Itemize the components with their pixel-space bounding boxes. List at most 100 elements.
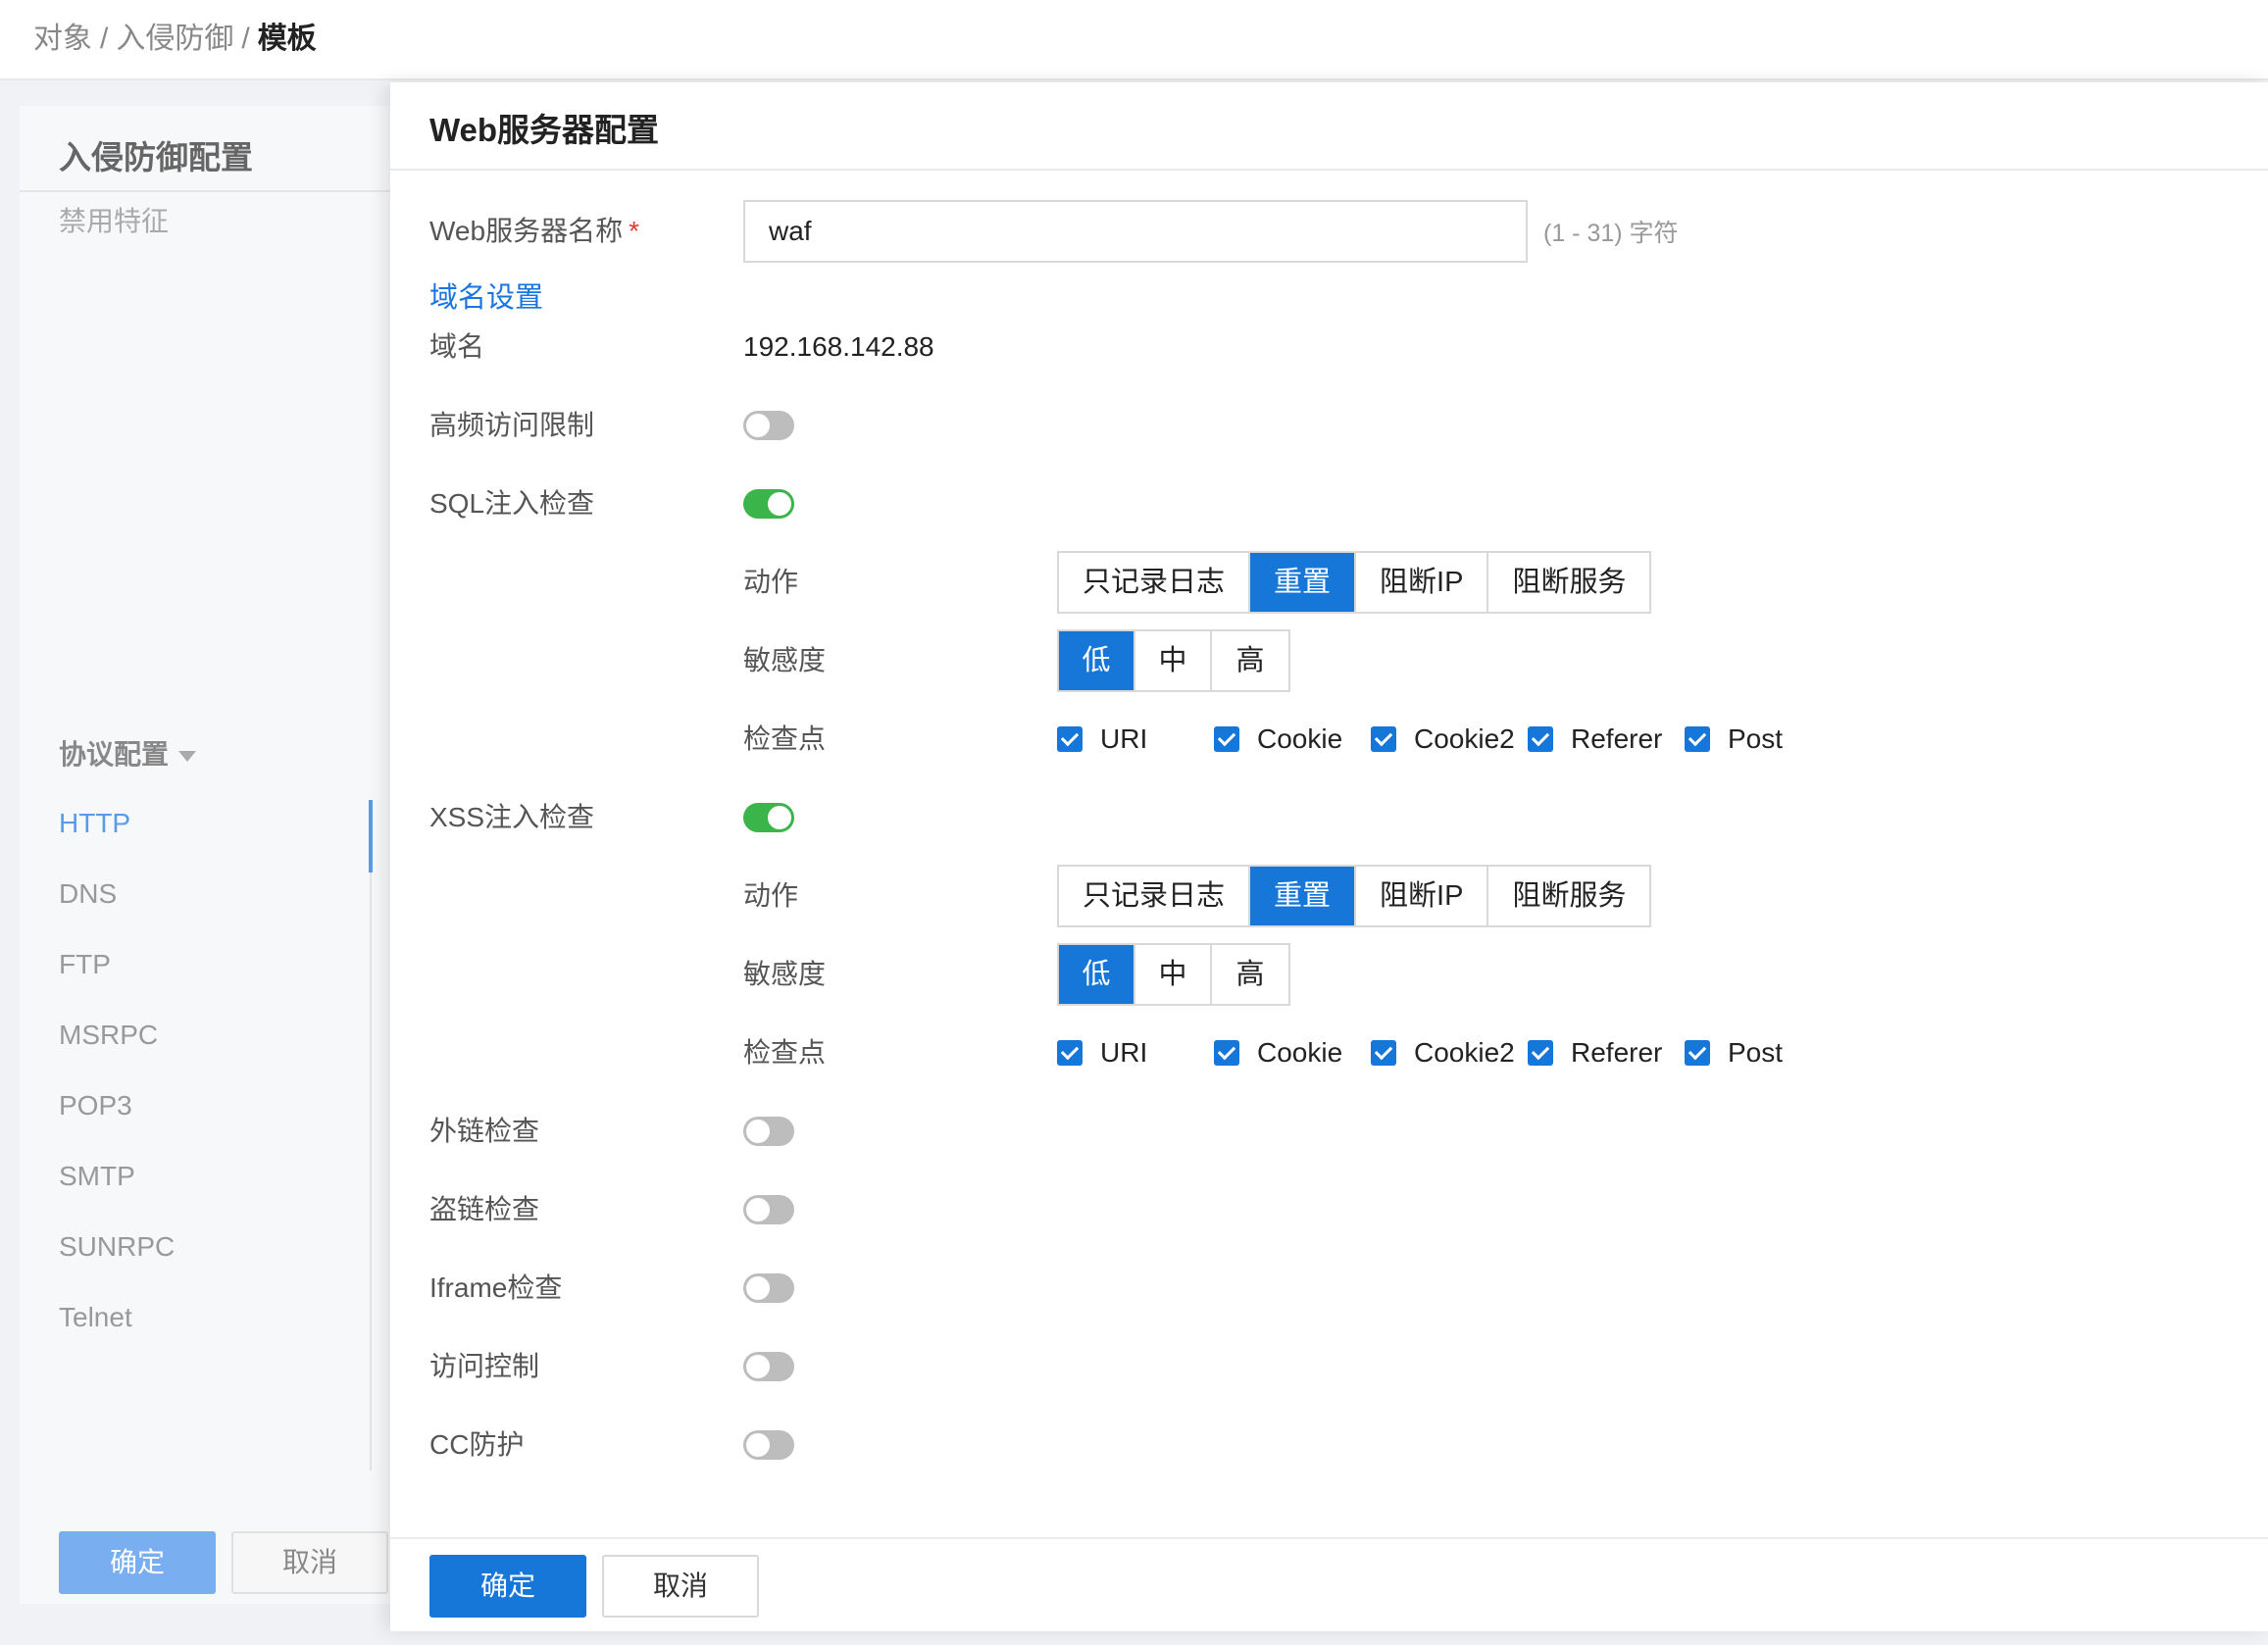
checkbox-checked-icon xyxy=(1057,1039,1083,1066)
high-freq-limit-toggle[interactable] xyxy=(743,411,794,440)
checkbox-checked-icon xyxy=(1685,1039,1710,1066)
checkpoint-label: Referer xyxy=(1571,1037,1663,1068)
checkbox-checked-icon xyxy=(1685,725,1710,752)
xss-checkpoint-cookie[interactable]: Cookie xyxy=(1214,1033,1342,1072)
xss-action-block-ip[interactable]: 阻断IP xyxy=(1356,867,1489,925)
checkbox-checked-icon xyxy=(1371,725,1396,752)
protocol-config-toggle[interactable]: 协议配置 xyxy=(59,733,197,773)
protocol-item-dns[interactable]: DNS xyxy=(59,874,392,945)
breadcrumb-current: 模板 xyxy=(257,23,317,55)
toggle-knob xyxy=(746,1355,770,1378)
sql-checkpoint-post[interactable]: Post xyxy=(1685,720,1783,759)
sql-checkpoints-label: 检查点 xyxy=(743,723,827,754)
web-server-config-dialog: Web服务器配置 Web服务器名称* (1 - 31) 字符 域名设置 域名 1… xyxy=(390,82,2268,1631)
xss-sensitivity-high[interactable]: 高 xyxy=(1212,945,1288,1004)
external-link-check-toggle[interactable] xyxy=(743,1117,794,1146)
protocol-item-http[interactable]: HTTP xyxy=(59,804,392,874)
xss-checkpoint-cookie2[interactable]: Cookie2 xyxy=(1371,1033,1515,1072)
breadcrumb-item-objects[interactable]: 对象 xyxy=(33,23,92,55)
hotlink-check-toggle[interactable] xyxy=(743,1195,794,1224)
protocol-item-smtp[interactable]: SMTP xyxy=(59,1157,392,1227)
breadcrumb-item-ips[interactable]: 入侵防御 xyxy=(116,23,233,55)
high-freq-limit-label: 高频访问限制 xyxy=(429,410,595,440)
top-bar: 对象 / 入侵防御 / 模板 xyxy=(0,0,2268,80)
panel-title: 入侵防御配置 xyxy=(59,139,253,175)
cancel-button[interactable]: 取消 xyxy=(602,1555,759,1618)
checkpoint-label: Cookie xyxy=(1257,1037,1343,1068)
xss-checkpoint-post[interactable]: Post xyxy=(1685,1033,1783,1072)
sql-sensitivity-low[interactable]: 低 xyxy=(1059,631,1135,690)
sql-check-label: SQL注入检查 xyxy=(429,488,595,519)
sql-checkpoint-referer[interactable]: Referer xyxy=(1528,720,1662,759)
checkpoint-label: URI xyxy=(1100,1037,1148,1068)
server-name-label-text: Web服务器名称 xyxy=(429,216,624,246)
sql-action-block-ip[interactable]: 阻断IP xyxy=(1356,553,1489,612)
xss-checkpoint-uri[interactable]: URI xyxy=(1057,1033,1147,1072)
sql-checkpoint-cookie2[interactable]: Cookie2 xyxy=(1371,720,1515,759)
checkpoint-label: Cookie xyxy=(1257,723,1343,754)
breadcrumb-separator: / xyxy=(241,23,250,55)
ips-config-panel: 入侵防御配置 禁用特征 协议配置 HTTP DNS FTP MSRPC POP3… xyxy=(20,106,392,1604)
protocol-item-telnet[interactable]: Telnet xyxy=(59,1298,392,1369)
checkpoint-label: Cookie2 xyxy=(1414,723,1515,754)
access-control-toggle[interactable] xyxy=(743,1352,794,1381)
hotlink-check-label: 盗链检查 xyxy=(429,1194,540,1224)
toggle-knob xyxy=(768,492,791,516)
protocol-item-msrpc[interactable]: MSRPC xyxy=(59,1016,392,1086)
protocol-item-sunrpc[interactable]: SUNRPC xyxy=(59,1227,392,1298)
xss-action-block-service[interactable]: 阻断服务 xyxy=(1488,867,1649,925)
caret-down-icon xyxy=(178,751,197,763)
domain-value: 192.168.142.88 xyxy=(743,331,934,362)
sql-checkpoint-cookie[interactable]: Cookie xyxy=(1214,720,1342,759)
sql-sensitivity-label: 敏感度 xyxy=(743,645,827,675)
xss-checkpoint-referer[interactable]: Referer xyxy=(1528,1033,1662,1072)
xss-action-group: 只记录日志 重置 阻断IP 阻断服务 xyxy=(1057,865,1652,927)
scroll-edge xyxy=(373,204,392,733)
protocol-item-pop3[interactable]: POP3 xyxy=(59,1086,392,1157)
panel-cancel-button[interactable]: 取消 xyxy=(231,1531,388,1594)
divider xyxy=(390,169,2268,171)
xss-sensitivity-low[interactable]: 低 xyxy=(1059,945,1135,1004)
sql-checkpoint-uri[interactable]: URI xyxy=(1057,720,1147,759)
sql-sensitivity-medium[interactable]: 中 xyxy=(1135,631,1212,690)
server-name-input[interactable] xyxy=(743,200,1528,263)
xss-check-toggle[interactable] xyxy=(743,803,794,832)
xss-action-label: 动作 xyxy=(743,880,799,911)
xss-checkpoints-label: 检查点 xyxy=(743,1037,827,1068)
toggle-knob xyxy=(746,414,770,437)
cc-protection-toggle[interactable] xyxy=(743,1430,794,1460)
toggle-knob xyxy=(768,806,791,829)
toggle-knob xyxy=(746,1276,770,1300)
sql-sensitivity-high[interactable]: 高 xyxy=(1212,631,1288,690)
iframe-check-label: Iframe检查 xyxy=(429,1272,563,1303)
checkbox-checked-icon xyxy=(1528,1039,1553,1066)
toggle-knob xyxy=(746,1198,770,1221)
breadcrumb: 对象 / 入侵防御 / 模板 xyxy=(33,20,317,59)
ok-button[interactable]: 确定 xyxy=(429,1555,586,1618)
sql-action-reset[interactable]: 重置 xyxy=(1250,553,1357,612)
protocol-item-ftp[interactable]: FTP xyxy=(59,945,392,1016)
checkpoint-label: Cookie2 xyxy=(1414,1037,1515,1068)
sql-action-log-only[interactable]: 只记录日志 xyxy=(1059,553,1251,612)
protocol-list: HTTP DNS FTP MSRPC POP3 SMTP SUNRPC Teln… xyxy=(59,804,392,1369)
server-name-label: Web服务器名称 * xyxy=(429,212,639,251)
xss-action-log-only[interactable]: 只记录日志 xyxy=(1059,867,1251,925)
protocol-config-label: 协议配置 xyxy=(59,739,170,770)
cc-protection-label: CC防护 xyxy=(429,1429,525,1460)
iframe-check-toggle[interactable] xyxy=(743,1273,794,1303)
footer-divider xyxy=(390,1537,2268,1539)
sql-check-toggle[interactable] xyxy=(743,489,794,519)
xss-check-label: XSS注入检查 xyxy=(429,802,595,832)
breadcrumb-separator: / xyxy=(100,23,109,55)
sql-action-block-service[interactable]: 阻断服务 xyxy=(1488,553,1649,612)
xss-sensitivity-label: 敏感度 xyxy=(743,959,827,989)
domain-settings-title[interactable]: 域名设置 xyxy=(429,278,543,318)
xss-action-reset[interactable]: 重置 xyxy=(1250,867,1357,925)
xss-sensitivity-group: 低 中 高 xyxy=(1057,943,1290,1006)
sql-action-label: 动作 xyxy=(743,567,799,597)
xss-sensitivity-medium[interactable]: 中 xyxy=(1135,945,1212,1004)
toggle-knob xyxy=(746,1433,770,1457)
checkbox-checked-icon xyxy=(1528,725,1553,752)
panel-ok-button[interactable]: 确定 xyxy=(59,1531,216,1594)
disabled-features-label: 禁用特征 xyxy=(59,206,170,236)
